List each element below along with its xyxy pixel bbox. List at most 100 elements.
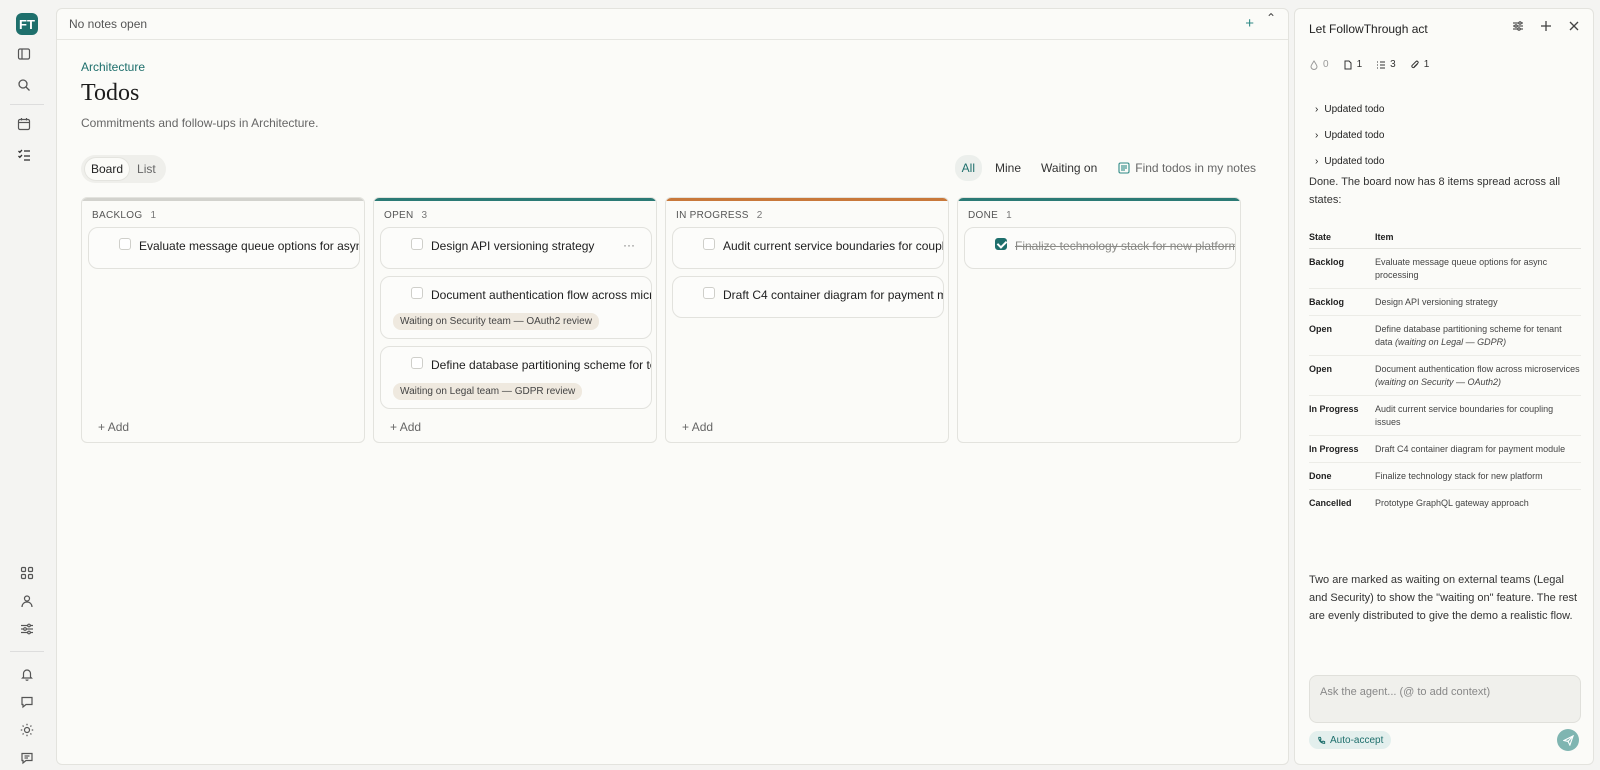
tool-call-item[interactable]: › Updated todo <box>1315 96 1384 122</box>
todo-checkbox[interactable] <box>703 287 715 299</box>
add-todo-button[interactable]: + Add <box>390 420 421 434</box>
page-title: Todos <box>81 80 140 106</box>
todo-title: Document authentication flow across micr… <box>431 288 652 302</box>
add-label: Add <box>691 420 714 434</box>
table-row: Open Define database partitioning scheme … <box>1309 315 1581 356</box>
checklist-icon <box>1377 61 1386 68</box>
close-icon[interactable] <box>1567 19 1581 33</box>
row-item-text: Evaluate message queue options for async… <box>1375 256 1548 280</box>
add-todo-button[interactable]: + Add <box>682 420 713 434</box>
table-header-row: State Item <box>1309 226 1581 249</box>
view-toggle: Board List <box>81 155 166 183</box>
row-state: Backlog <box>1309 288 1375 316</box>
filter-waiting-on[interactable]: Waiting on <box>1034 155 1104 181</box>
agent-settings-icon[interactable] <box>1511 19 1525 33</box>
agent-toolbar <box>1511 19 1581 33</box>
view-board-tab[interactable]: Board <box>85 158 130 180</box>
row-item: Define database partitioning scheme for … <box>1375 315 1581 356</box>
stat-value: 1 <box>1423 59 1430 70</box>
column-label: OPEN <box>384 210 414 221</box>
todo-checkbox[interactable] <box>703 238 715 250</box>
table-header-state: State <box>1309 226 1375 249</box>
tool-call-item[interactable]: › Updated todo <box>1315 148 1384 174</box>
stat-drops: 0 <box>1309 59 1329 70</box>
apps-grid-icon[interactable] <box>13 559 41 587</box>
agent-title: Let FollowThrough act <box>1309 22 1428 36</box>
column-open: OPEN 3 Design API versioning strategy ··… <box>373 197 657 443</box>
user-icon[interactable] <box>13 587 41 615</box>
todo-checkbox[interactable] <box>119 238 131 250</box>
find-todos-button[interactable]: Find todos in my notes <box>1118 161 1256 175</box>
filter-all[interactable]: All <box>954 155 982 181</box>
sun-icon[interactable] <box>13 716 41 744</box>
todo-card[interactable]: Audit current service boundaries for cou… <box>672 227 944 269</box>
list-search-icon <box>1118 162 1130 174</box>
agent-message: Two are marked as waiting on external te… <box>1309 574 1578 622</box>
row-state: Done <box>1309 462 1375 490</box>
sliders-icon[interactable] <box>13 615 41 643</box>
sidebar-toggle-icon[interactable] <box>10 40 38 68</box>
rail-divider <box>10 104 44 105</box>
agent-panel: Let FollowThrough act 0 1 3 1 › Updated … <box>1294 8 1594 765</box>
todo-card[interactable]: Document authentication flow across micr… <box>380 276 652 339</box>
todo-title: Define database partitioning scheme for … <box>431 358 652 372</box>
new-chat-icon[interactable] <box>1539 19 1553 33</box>
row-state: Open <box>1309 315 1375 356</box>
column-header: OPEN 3 <box>384 210 427 221</box>
search-icon[interactable] <box>10 71 38 99</box>
todo-checkbox[interactable] <box>411 357 423 369</box>
filter-mine[interactable]: Mine <box>988 155 1028 181</box>
todo-title: Audit current service boundaries for cou… <box>723 239 944 253</box>
auto-accept-toggle[interactable]: Auto-accept <box>1309 731 1392 749</box>
feedback-icon[interactable] <box>13 744 41 770</box>
calendar-icon[interactable] <box>10 110 38 138</box>
bell-icon[interactable] <box>13 660 41 688</box>
column-count: 1 <box>1006 210 1012 221</box>
chevron-right-icon: › <box>1315 103 1319 115</box>
view-list-tab[interactable]: List <box>131 158 162 180</box>
collapse-caret-icon[interactable]: ⌃ <box>1266 11 1276 25</box>
chevron-right-icon: › <box>1315 129 1319 141</box>
row-state: In Progress <box>1309 395 1375 436</box>
column-count: 2 <box>756 210 763 221</box>
todo-card[interactable]: Design API versioning strategy ··· <box>380 227 652 269</box>
row-item-text: Document authentication flow across micr… <box>1375 363 1580 374</box>
table-row: Done Finalize technology stack for new pl… <box>1309 462 1581 490</box>
todo-checkbox[interactable] <box>411 287 423 299</box>
filter-bar: All Mine Waiting on Find todos in my not… <box>954 155 1256 181</box>
todo-checkbox-checked[interactable] <box>995 238 1007 250</box>
new-note-button[interactable]: + <box>1245 15 1254 32</box>
stat-notes: 1 <box>1343 59 1362 70</box>
row-item: Audit current service boundaries for cou… <box>1375 395 1581 436</box>
drop-icon <box>1310 59 1318 70</box>
add-todo-button[interactable]: + Add <box>98 420 129 434</box>
agent-input[interactable]: Ask the agent... (@ to add context) <box>1309 675 1581 723</box>
send-icon <box>1562 734 1574 746</box>
row-item-note: (waiting on Legal — GDPR) <box>1395 336 1507 347</box>
row-item: Evaluate message queue options for async… <box>1375 248 1581 289</box>
todo-card[interactable]: Finalize technology stack for new platfo… <box>964 227 1236 269</box>
todo-checkbox[interactable] <box>411 238 423 250</box>
breadcrumb[interactable]: Architecture <box>81 60 145 74</box>
more-options-icon[interactable]: ··· <box>623 238 635 252</box>
todo-card[interactable]: Draft C4 container diagram for payment m… <box>672 276 944 318</box>
tool-call-item[interactable]: › Updated todo <box>1315 122 1384 148</box>
table-row: In Progress Audit current service boundar… <box>1309 395 1581 436</box>
row-state: Backlog <box>1309 248 1375 289</box>
send-button[interactable] <box>1557 729 1579 751</box>
column-backlog: BACKLOG 1 Evaluate message queue options… <box>81 197 365 443</box>
stat-attachments: 1 <box>1410 59 1430 70</box>
todos-icon[interactable] <box>10 141 38 169</box>
todo-card[interactable]: Define database partitioning scheme for … <box>380 346 652 409</box>
todo-title: Finalize technology stack for new platfo… <box>1015 239 1236 253</box>
waiting-on-tag: Waiting on Security team — OAuth2 review <box>393 313 599 330</box>
table-row: Backlog Design API versioning strategy <box>1309 288 1581 316</box>
table-header-item: Item <box>1375 226 1581 249</box>
todo-card[interactable]: Evaluate message queue options for async <box>88 227 360 269</box>
column-header: IN PROGRESS 2 <box>676 210 763 221</box>
row-item: Finalize technology stack for new platfo… <box>1375 462 1581 490</box>
column-count: 1 <box>150 210 157 221</box>
table-row: Backlog Evaluate message queue options fo… <box>1309 248 1581 289</box>
chat-icon[interactable] <box>13 688 41 716</box>
app-logo[interactable]: FT <box>16 13 38 35</box>
